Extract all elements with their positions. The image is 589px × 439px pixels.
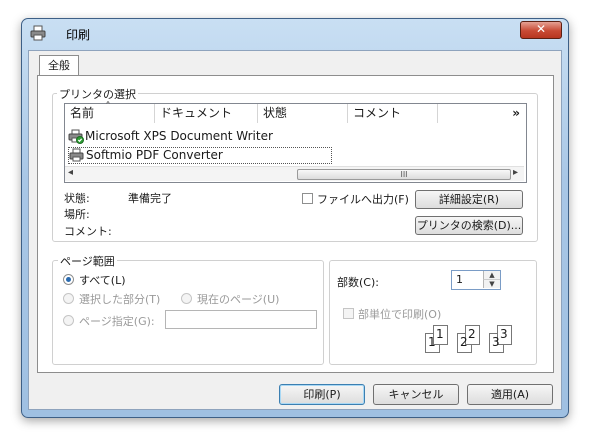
printer-name: Microsoft XPS Document Writer [85,129,273,143]
column-header-documents[interactable]: ドキュメント [155,104,258,123]
copies-stepper[interactable]: 1 ▲ ▼ [451,270,501,290]
close-icon: ✕ [535,22,547,36]
collate-checkbox[interactable] [343,308,354,319]
copies-label: 部数(C): [337,276,379,289]
cancel-button[interactable]: キャンセル [373,384,459,405]
printer-selection-label: プリンタの選択 [57,86,138,102]
printer-icon [69,148,85,167]
tab-general[interactable]: 全般 [39,55,79,76]
radio-all-pages-label: すべて(L) [79,274,126,287]
radio-pages[interactable] [63,315,74,326]
column-header-name[interactable]: 名前 ˆ [65,100,155,123]
column-header-comment[interactable]: コメント [348,104,438,123]
collate-digit: 1 [436,327,444,341]
location-label: 場所: [64,208,90,221]
radio-all-pages[interactable] [63,274,74,285]
more-columns-button[interactable]: » [438,104,526,123]
collate-label: 部単位で印刷(O) [358,308,442,321]
print-to-file-checkbox[interactable] [302,193,313,204]
radio-pages-label: ページ指定(G): [79,315,155,328]
collate-digit: 3 [500,327,508,341]
status-label: 状態: [64,192,90,205]
printer-row-softmio-pdf[interactable]: Softmio PDF Converter [68,147,332,164]
printer-icon [30,25,46,44]
collate-digit: 1 [428,335,436,349]
preferences-button[interactable]: 詳細設定(R) [415,190,523,209]
comment-label: コメント: [64,225,112,238]
radio-selected-dot [66,277,71,282]
apply-button[interactable]: 適用(A) [467,384,553,405]
horizontal-scrollbar[interactable]: ◂ III ▸ [65,166,524,181]
scrollbar-thumb[interactable]: III [297,169,511,180]
collate-digit: 3 [492,335,500,349]
scroll-right-icon[interactable]: ▸ [513,167,518,178]
radio-current-page[interactable] [181,293,192,304]
page-range-label: ページ範囲 [58,253,117,269]
copies-increment-button[interactable]: ▲ [483,271,500,280]
radio-selection-label: 選択した部分(T) [79,293,161,306]
status-value: 準備完了 [128,192,172,205]
printer-row-microsoft-xps[interactable]: Microsoft XPS Document Writer [68,129,328,144]
pages-input[interactable] [165,310,317,329]
collate-illustration: 1 1 2 2 3 3 [425,321,521,353]
scroll-left-icon[interactable]: ◂ [68,167,73,178]
print-to-file-label: ファイルへ出力(F) [317,193,409,206]
printer-default-icon [68,129,84,148]
printer-name: Softmio PDF Converter [86,148,223,162]
collate-digit: 2 [460,335,468,349]
copies-input[interactable]: 1 [456,273,463,286]
scroll-grip-icon: III [400,170,408,179]
printer-list[interactable]: 名前 ˆ ドキュメント 状態 コメント » Microsoft XPS Docu… [64,100,527,183]
collate-digit: 2 [468,327,476,341]
column-header-status[interactable]: 状態 [258,104,348,123]
close-button[interactable]: ✕ [520,21,562,39]
sort-ascending-icon: ˆ [105,100,111,114]
print-button[interactable]: 印刷(P) [279,384,365,405]
copies-decrement-button[interactable]: ▼ [483,280,500,288]
radio-selection[interactable] [63,293,74,304]
radio-current-page-label: 現在のページ(U) [197,293,280,306]
find-printer-button[interactable]: プリンタの検索(D)... [415,216,523,235]
window-title: 印刷 [66,28,91,42]
